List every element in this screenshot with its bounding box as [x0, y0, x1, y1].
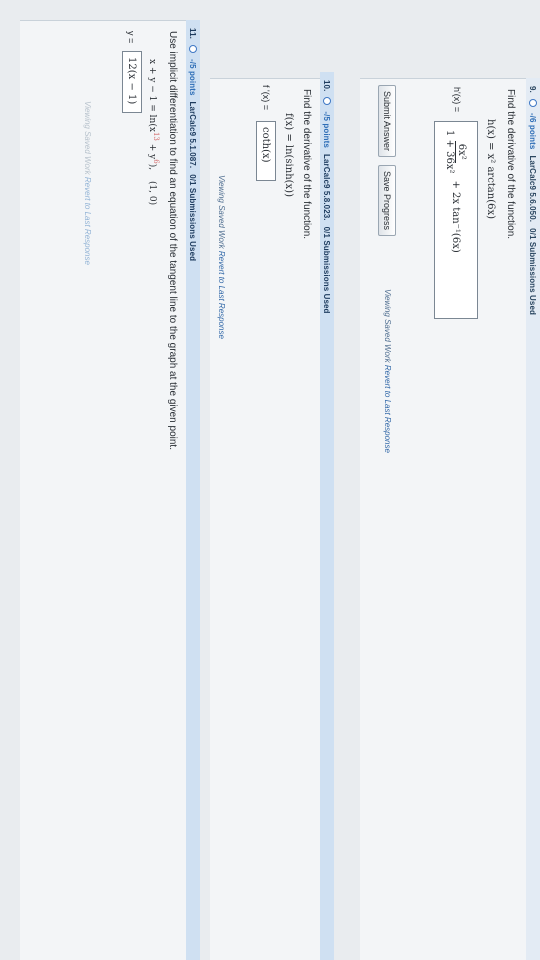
- answer-label: f '(x) =: [261, 85, 271, 110]
- function-expression: h(x) = x² arctan(6x): [485, 119, 496, 220]
- submissions-label: 0/1 Submissions Used: [188, 174, 198, 262]
- equation-expression: x + y − 1 = ln(x13 + y6), (1, 0): [147, 59, 160, 205]
- points-link[interactable]: -/6 points: [529, 113, 538, 150]
- points-link[interactable]: -/5 points: [323, 111, 332, 148]
- revert-link[interactable]: Revert to Last Response: [217, 251, 226, 339]
- viewing-saved-label: Viewing Saved Work: [217, 175, 226, 249]
- question-9: 9. -/6 points LarCalc9 5.6.050. 0/1 Subm…: [360, 78, 540, 960]
- question-10-header: 10. -/5 points LarCalc9 5.8.023. 0/1 Sub…: [320, 72, 334, 960]
- exponent-a: 13: [152, 131, 160, 141]
- question-11-body: Use implicit differentiation to find an …: [20, 20, 186, 960]
- revert-link[interactable]: Revert to Last Response: [383, 365, 392, 453]
- submissions-label: 0/1 Submissions Used: [322, 226, 332, 314]
- save-progress-button[interactable]: Save Progress: [378, 165, 396, 237]
- saved-work-notice: Viewing Saved Work Revert to Last Respon…: [217, 175, 226, 339]
- equation-prefix: x + y − 1 = ln(x: [147, 59, 157, 132]
- submit-answer-button[interactable]: Submit Answer: [378, 85, 396, 158]
- given-point: (1, 0): [147, 180, 157, 206]
- question-number: 9.: [528, 86, 538, 93]
- fraction-numerator: 6x²: [455, 140, 468, 163]
- question-number: 10.: [322, 80, 332, 92]
- answer-input[interactable]: coth(x): [256, 121, 276, 181]
- question-11-header: 11. -/5 points LarCalc9 5.1.087. 0/1 Sub…: [186, 20, 200, 960]
- question-number: 11.: [188, 28, 198, 39]
- answer-fraction: 6x² 1 + 36x²: [445, 127, 468, 176]
- submissions-label: 0/1 Submissions Used: [528, 228, 538, 315]
- source-label: LarCalc9 5.8.023.: [322, 153, 332, 221]
- saved-work-notice: Viewing Saved Work Revert to Last Respon…: [383, 289, 392, 453]
- revert-link[interactable]: Revert to Last Response: [83, 177, 92, 265]
- status-dot-icon: [323, 97, 331, 106]
- question-prompt: Find the derivative of the function.: [505, 89, 516, 240]
- status-dot-icon: [529, 98, 537, 107]
- question-10: 10. -/5 points LarCalc9 5.8.023. 0/1 Sub…: [210, 72, 334, 960]
- source-label: LarCalc9 5.6.050.: [528, 155, 538, 223]
- screen: 9. -/6 points LarCalc9 5.6.050. 0/1 Subm…: [0, 0, 540, 960]
- answer-value: coth(x): [260, 127, 272, 163]
- saved-work-notice: Viewing Saved Work Revert to Last Respon…: [83, 101, 92, 265]
- question-prompt: Use implicit differentiation to find an …: [167, 31, 178, 450]
- answer-label: h'(x) =: [452, 87, 462, 112]
- question-prompt: Find the derivative of the function.: [301, 89, 312, 240]
- equation-middle: + y: [147, 140, 157, 160]
- answer-input[interactable]: 12(x − 1): [122, 51, 142, 113]
- points-link[interactable]: -/5 points: [189, 59, 198, 96]
- question-10-body: Find the derivative of the function. f(x…: [210, 78, 320, 960]
- answer-rest: + 2x tan⁻¹(6x): [450, 180, 462, 253]
- question-9-header: 9. -/6 points LarCalc9 5.6.050. 0/1 Subm…: [526, 78, 540, 960]
- function-expression: f(x) = ln(sinh(x)): [283, 113, 294, 197]
- equation-suffix: ),: [147, 163, 157, 171]
- fraction-denominator: 1 + 36x²: [444, 130, 456, 174]
- question-11: 11. -/5 points LarCalc9 5.1.087. 0/1 Sub…: [20, 20, 200, 960]
- source-label: LarCalc9 5.1.087.: [188, 101, 198, 169]
- answer-label: y =: [126, 31, 136, 44]
- answer-input[interactable]: 6x² 1 + 36x² + 2x tan⁻¹(6x): [434, 121, 478, 319]
- answer-value: 12(x − 1): [126, 57, 138, 105]
- viewing-saved-label: Viewing Saved Work: [83, 101, 92, 175]
- status-dot-icon: [189, 44, 197, 53]
- question-9-body: Find the derivative of the function. h(x…: [360, 78, 526, 960]
- viewing-saved-label: Viewing Saved Work: [383, 289, 392, 363]
